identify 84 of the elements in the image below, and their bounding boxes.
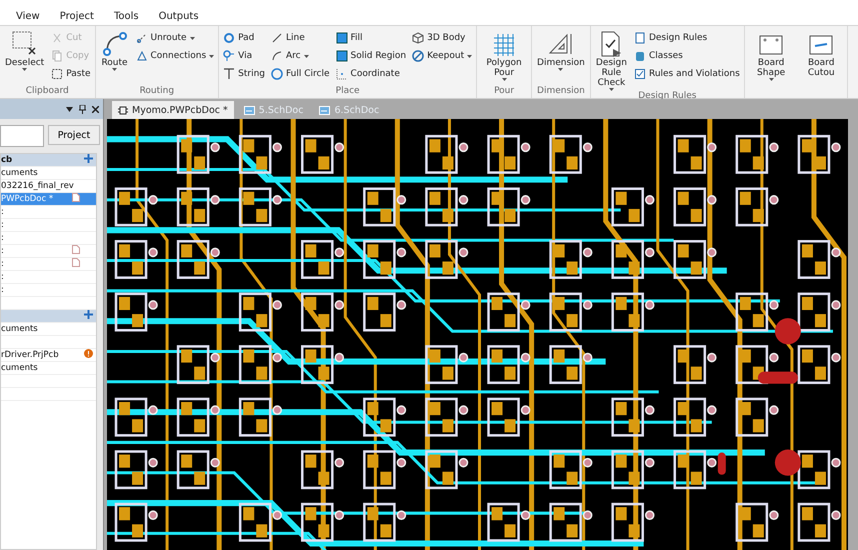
chip-icon — [118, 106, 128, 115]
tree-row[interactable]: cb — [1, 154, 96, 168]
caret-icon[interactable] — [66, 106, 73, 112]
warning-icon — [84, 349, 93, 358]
coordinate-icon — [336, 68, 348, 80]
menu-item[interactable]: View — [6, 10, 50, 22]
schematic-icon — [319, 106, 330, 115]
tree-row[interactable]: : — [1, 258, 96, 272]
ribbon-button[interactable]: Keepout — [412, 48, 472, 64]
fill-icon — [336, 32, 348, 44]
group-title: Design Rules — [637, 91, 698, 104]
caret-icon — [502, 78, 507, 82]
plus-icon[interactable] — [84, 154, 93, 164]
text-t-icon — [223, 68, 236, 80]
caret-icon — [22, 68, 28, 72]
file-icon — [72, 193, 80, 202]
ribbon-button[interactable]: Board Cutou — [799, 30, 843, 98]
ribbon-button[interactable]: Board Shape — [748, 30, 794, 98]
group-title: Dimension — [536, 86, 586, 98]
group-title: Pour — [493, 86, 516, 98]
prohibited-icon — [412, 50, 424, 62]
group-title: Routing — [138, 86, 176, 98]
ribbon-button[interactable]: Line — [271, 30, 330, 46]
tree-row[interactable] — [1, 310, 96, 324]
tree-row[interactable]: cuments — [1, 323, 96, 336]
caret-icon — [608, 88, 614, 92]
ribbon-button[interactable]: Polygon Pour — [481, 30, 528, 86]
ribbon-button[interactable]: Arc — [271, 48, 330, 64]
group-title: Place — [334, 86, 361, 98]
pad-icon — [223, 32, 236, 44]
checkbox-icon — [634, 68, 646, 80]
ribbon-button[interactable]: 3D Body — [412, 30, 472, 46]
triangle-nodes-icon — [136, 50, 148, 62]
cube-icon — [412, 32, 424, 44]
ribbon-button[interactable]: Fill — [336, 30, 406, 46]
arc-icon — [271, 50, 283, 62]
circle-icon — [271, 68, 283, 80]
caret-icon — [190, 36, 195, 40]
ribbon-button[interactable]: Deselect — [4, 30, 46, 86]
ribbon-button[interactable]: Classes — [634, 48, 740, 64]
ribbon-button[interactable]: Coordinate — [336, 66, 406, 82]
ribbon-button[interactable]: Dimension — [536, 30, 586, 86]
ribbon-button[interactable]: Connections — [136, 48, 214, 64]
schematic-icon — [244, 106, 255, 115]
ribbon-button[interactable]: Pad — [223, 30, 265, 46]
route-icon — [100, 30, 129, 58]
caret-icon — [768, 78, 774, 82]
unroute-icon — [136, 32, 148, 44]
plus-icon[interactable] — [84, 310, 93, 320]
via-icon — [223, 50, 236, 62]
ribbon-button[interactable]: Unroute — [136, 30, 214, 46]
caret-icon — [112, 68, 118, 72]
document-tab[interactable]: Myomo.PWPcbDoc * — [112, 101, 234, 120]
search-field[interactable] — [0, 125, 44, 148]
line-icon — [271, 32, 283, 44]
ribbon-button[interactable]: Full Circle — [271, 66, 330, 82]
pin-icon[interactable] — [79, 104, 86, 114]
menu-item[interactable]: Outputs — [148, 10, 209, 22]
tree-row[interactable]: cuments — [1, 362, 96, 376]
ribbon-button[interactable]: Route — [100, 30, 130, 86]
menu-item[interactable]: Tools — [104, 10, 149, 22]
ribbon-button[interactable]: String — [223, 66, 265, 82]
caret-icon — [558, 68, 564, 72]
ribbon-button[interactable]: Solid Region — [336, 48, 406, 64]
caret-icon — [467, 54, 472, 58]
ribbon-button[interactable]: Rules and Violations — [634, 66, 740, 82]
cylinder-icon — [634, 50, 646, 62]
paste-icon — [51, 68, 64, 80]
caret-icon — [304, 54, 309, 58]
tree-row[interactable]: rDriver.PrjPcb — [1, 349, 96, 362]
scissors-icon — [51, 32, 64, 44]
ribbon-button[interactable]: Via — [223, 48, 265, 64]
document-icon — [634, 32, 646, 44]
ribbon-button[interactable]: Design Rule Check — [594, 30, 628, 92]
caret-icon — [209, 54, 214, 58]
menu-item[interactable]: Project — [50, 10, 104, 22]
ribbon-button[interactable]: Design Rules — [634, 30, 740, 46]
copy-icon — [51, 50, 64, 62]
ribbon-button[interactable]: Paste — [51, 66, 91, 82]
group-title: Clipboard — [24, 86, 70, 98]
tree-row[interactable]: cuments — [1, 167, 96, 180]
project-button[interactable]: Project — [48, 125, 100, 146]
fill-icon — [336, 50, 348, 62]
close-icon[interactable] — [92, 106, 99, 113]
